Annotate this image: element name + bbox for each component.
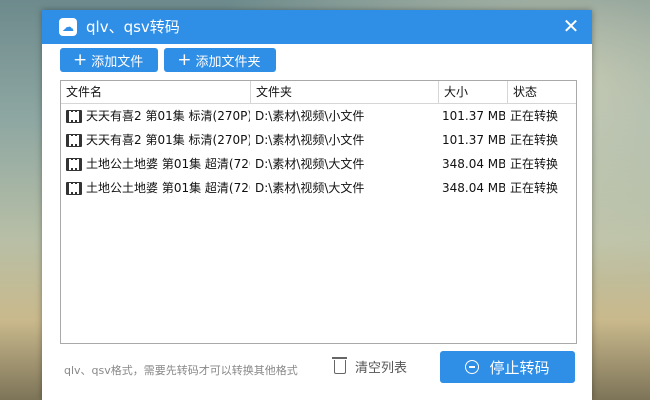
column-header-name[interactable]: 文件名 (61, 81, 251, 103)
file-name: 土地公土地婆 第01集 超清(720P).qsv (86, 181, 250, 195)
table-row[interactable]: 天天有喜2 第01集 标清(270P).qsv D:\素材\视频\小文件 101… (61, 128, 576, 152)
trash-icon (332, 356, 347, 374)
file-name: 天天有喜2 第01集 标清(270P).qsv (86, 133, 250, 147)
plus-icon: + (177, 50, 192, 70)
window-title: qlv、qsv转码 (86, 18, 180, 36)
video-file-icon (66, 157, 82, 171)
status-cell: 正在转换 (510, 157, 559, 171)
file-name: 土地公土地婆 第01集 超清(720P).qlv (86, 157, 250, 171)
status-cell: 正在转换 (510, 133, 559, 147)
add-file-button[interactable]: + 添加文件 (60, 48, 159, 72)
table-row[interactable]: 天天有喜2 第01集 标清(270P).qlv D:\素材\视频\小文件 101… (61, 104, 576, 128)
column-header-status[interactable]: 状态 (508, 81, 574, 103)
folder-cell: D:\素材\视频\小文件 (255, 109, 365, 123)
status-cell: 正在转换 (510, 181, 559, 195)
file-name-cell: 土地公土地婆 第01集 超清(720P).qsv (61, 176, 250, 200)
size-cell: 101.37 MB (442, 133, 505, 147)
file-name-cell: 天天有喜2 第01集 标清(270P).qsv (61, 128, 250, 152)
transcode-dialog: ☁ qlv、qsv转码 ✕ + 添加文件 + 添加文件夹 文件名 文件夹 大小 … (42, 10, 592, 400)
video-file-icon (66, 133, 82, 147)
size-cell: 348.04 MB (442, 157, 505, 171)
file-name-cell: 土地公土地婆 第01集 超清(720P).qlv (61, 152, 250, 176)
cloud-icon: ☁ (59, 18, 77, 36)
size-cell: 101.37 MB (442, 109, 505, 123)
file-name: 天天有喜2 第01集 标清(270P).qlv (86, 109, 250, 123)
table-row[interactable]: 土地公土地婆 第01集 超清(720P).qsv D:\素材\视频\大文件 34… (61, 176, 576, 200)
close-button[interactable]: ✕ (560, 15, 582, 37)
plus-icon: + (73, 50, 88, 70)
format-hint: qlv、qsv格式，需要先转码才可以转换其他格式 (64, 364, 298, 377)
stop-transcode-button[interactable]: 停止转码 (440, 351, 575, 383)
status-cell: 正在转换 (510, 109, 559, 123)
title-bar: ☁ qlv、qsv转码 ✕ (42, 10, 592, 44)
toolbar: + 添加文件 + 添加文件夹 (60, 48, 276, 74)
size-cell: 348.04 MB (442, 181, 505, 195)
clear-list-label: 清空列表 (355, 361, 408, 376)
table-header: 文件名 文件夹 大小 状态 (61, 81, 576, 104)
clear-list-button[interactable]: 清空列表 (332, 356, 408, 376)
table-row[interactable]: 土地公土地婆 第01集 超清(720P).qlv D:\素材\视频\大文件 34… (61, 152, 576, 176)
file-name-cell: 天天有喜2 第01集 标清(270P).qlv (61, 104, 250, 128)
add-file-label: 添加文件 (91, 54, 144, 70)
add-folder-label: 添加文件夹 (195, 54, 261, 70)
folder-cell: D:\素材\视频\大文件 (255, 181, 365, 195)
video-file-icon (66, 109, 82, 123)
folder-cell: D:\素材\视频\小文件 (255, 133, 365, 147)
file-list[interactable]: 文件名 文件夹 大小 状态 天天有喜2 第01集 标清(270P).qlv D:… (60, 80, 577, 344)
add-folder-button[interactable]: + 添加文件夹 (164, 48, 276, 72)
column-header-size[interactable]: 大小 (439, 81, 508, 103)
folder-cell: D:\素材\视频\大文件 (255, 157, 365, 171)
stop-icon (465, 360, 480, 374)
column-header-folder[interactable]: 文件夹 (251, 81, 439, 103)
stop-transcode-label: 停止转码 (489, 358, 550, 377)
video-file-icon (66, 181, 82, 195)
